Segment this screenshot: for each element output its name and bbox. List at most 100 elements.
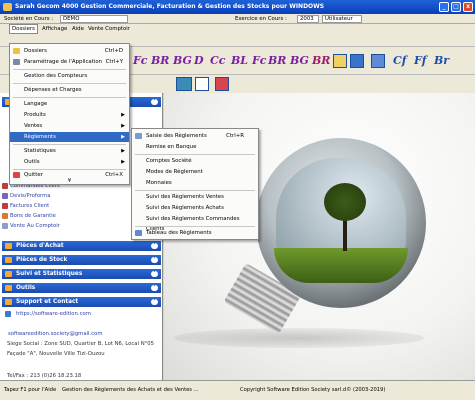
invoice-icon (2, 203, 8, 209)
link-bons-garantie[interactable]: Bons de Garantie (2, 213, 56, 219)
email-link[interactable]: softwareedition.society@gmail.com (8, 331, 103, 337)
quote-icon (2, 193, 8, 199)
list-icon[interactable] (371, 54, 385, 68)
bulb-shadow (174, 328, 424, 348)
toolbar-btn-br3[interactable]: BR (312, 52, 330, 69)
toolbar-btn-bl[interactable]: BL (231, 52, 248, 69)
grid-icon[interactable] (195, 77, 209, 91)
toolbar-btn-cc[interactable]: Cc (210, 52, 225, 69)
payment-icon (135, 133, 142, 139)
submenu-remise-banque[interactable]: Remise en Banque (132, 142, 258, 152)
menu-expand-chevron[interactable]: ¥ (10, 177, 129, 185)
toolbar-btn-br[interactable]: BR (151, 52, 169, 69)
year-label: Exercice en Cours : (235, 16, 287, 22)
menu-separator (135, 190, 255, 191)
submenu-arrow-icon: ▶ (121, 148, 125, 154)
address-line-1: Siege Social : Zone SUD, Quartier B, Lot… (7, 341, 155, 347)
tools-icon (5, 285, 12, 291)
chart-icon[interactable] (215, 77, 229, 91)
submenu-tableau-reglements[interactable]: Tableau des Règlements (132, 228, 258, 238)
chevron-up-icon[interactable]: ˄ (151, 99, 158, 105)
toolbar-btn-ff[interactable]: Ff (414, 52, 427, 69)
status-hint: Tapez F1 pour l'Aide (4, 387, 57, 393)
maximize-button[interactable]: □ (451, 2, 461, 12)
tree-icon (324, 183, 366, 221)
calculator-icon[interactable] (176, 77, 192, 91)
settings-icon (13, 59, 20, 65)
toolbar-btn-cf[interactable]: Cf (393, 52, 407, 69)
order-icon (2, 183, 8, 189)
chevron-down-icon[interactable]: ˅ (151, 243, 158, 249)
chevron-up-icon[interactable]: ˄ (151, 299, 158, 305)
menu-item-ventes[interactable]: Ventes ▶ (10, 121, 129, 131)
chevron-down-icon[interactable]: ˅ (151, 271, 158, 277)
menu-dossiers[interactable]: Dossiers (9, 24, 38, 34)
toolbar-btn-bg[interactable]: BG (173, 52, 192, 69)
status-bar: Tapez F1 pour l'Aide Gestion des Règleme… (0, 380, 475, 400)
folder-icon (13, 48, 20, 54)
user-value: Utilisateur (322, 15, 362, 23)
menu-item-dossiers[interactable]: Dossiers Ctrl+D (10, 46, 129, 56)
menu-affichage[interactable]: Affichage (40, 24, 69, 34)
chevron-down-icon[interactable]: ˅ (151, 285, 158, 291)
dossiers-menu: Dossiers Ctrl+D Paramétrage de l'Applicat… (9, 43, 130, 185)
menu-aide[interactable]: Aide (70, 24, 86, 34)
stats-icon (5, 271, 12, 277)
toolbar-btn-fc[interactable]: Fc (133, 52, 148, 69)
minimize-button[interactable]: _ (439, 2, 449, 12)
close-button[interactable]: x (463, 2, 473, 12)
menu-separator (135, 226, 255, 227)
table-icon (135, 230, 142, 236)
menu-item-reglements[interactable]: Règlements ▶ (10, 132, 129, 142)
globe-icon (5, 311, 11, 317)
submenu-suivi-achats[interactable]: Suivi des Règlements Achats (132, 203, 258, 213)
menu-item-outils[interactable]: Outils ▶ (10, 157, 129, 167)
tree-trunk (343, 216, 347, 251)
toolbar-btn-d[interactable]: D (194, 52, 204, 69)
submenu-arrow-icon: ▶ (121, 159, 125, 165)
section-pieces-achat[interactable]: Pièces d'Achat ˅ (2, 241, 161, 251)
menu-item-langage[interactable]: Langage (10, 99, 129, 109)
status-copyright: Copyright Software Edition Society sarl.… (240, 387, 386, 393)
phone-text: Tel/Fax : 213 (0)26 18.23.18 (7, 373, 82, 379)
section-support-contact[interactable]: Support et Contact ˄ (2, 297, 161, 307)
toolbar-btn-br2[interactable]: BR (268, 52, 286, 69)
bulb-grass (274, 248, 408, 283)
app-icon (3, 3, 12, 11)
menu-item-compteurs[interactable]: Gestion des Compteurs (10, 71, 129, 81)
link-factures-client[interactable]: Factures Client (2, 203, 49, 209)
chevron-down-icon[interactable]: ˅ (151, 257, 158, 263)
menu-vente-comptoir[interactable]: Vente Comptoir (86, 24, 132, 34)
title-bar: Sarah Gecom 4000 Gestion Commerciale, Fa… (0, 0, 475, 14)
submenu-suivi-commandes[interactable]: Suivi des Règlements Commandes Clients (132, 214, 258, 232)
windows-icon[interactable] (350, 54, 364, 68)
menu-item-depenses[interactable]: Dépenses et Charges (10, 85, 129, 95)
company-label: Société en Cours : (4, 16, 54, 22)
submenu-arrow-icon: ▶ (121, 112, 125, 118)
section-pieces-stock[interactable]: Pièces de Stock ˅ (2, 255, 161, 265)
submenu-saisie-reglements[interactable]: Saisie des Règlements Ctrl+R (132, 131, 258, 141)
section-outils[interactable]: Outils ˅ (2, 283, 161, 293)
support-icon (5, 299, 12, 305)
submenu-arrow-icon: ▶ (121, 123, 125, 129)
folder-icon[interactable] (333, 54, 347, 68)
status-module: Gestion des Règlements des Achats et des… (62, 387, 199, 393)
link-devis-proforma[interactable]: Devis/Proforma (2, 193, 51, 199)
toolbar-btn-bg2[interactable]: BG (290, 52, 309, 69)
toolbar-btn-fc2[interactable]: Fc (252, 52, 267, 69)
submenu-modes-reglement[interactable]: Modes de Règlement (132, 167, 258, 177)
submenu-suivi-ventes[interactable]: Suivi des Règlements Ventes (132, 192, 258, 202)
submenu-comptes-societe[interactable]: Comptes Société (132, 156, 258, 166)
submenu-monnaies[interactable]: Monnaies (132, 178, 258, 188)
section-suivi-statistiques[interactable]: Suivi et Statistiques ˅ (2, 269, 161, 279)
menu-separator (13, 97, 126, 98)
toolbar-btn-br4[interactable]: Br (434, 52, 449, 69)
menu-item-statistiques[interactable]: Statistiques ▶ (10, 146, 129, 156)
menu-item-parametrage[interactable]: Paramétrage de l'Application Ctrl+Y (10, 57, 129, 67)
menu-separator (13, 69, 126, 70)
menu-item-produits[interactable]: Produits ▶ (10, 110, 129, 120)
menu-separator (135, 154, 255, 155)
link-vente-comptoir[interactable]: Vente Au Comptoir (2, 223, 60, 229)
window-title: Sarah Gecom 4000 Gestion Commerciale, Fa… (15, 3, 325, 10)
website-link[interactable]: https://software-edition.com (5, 311, 91, 317)
